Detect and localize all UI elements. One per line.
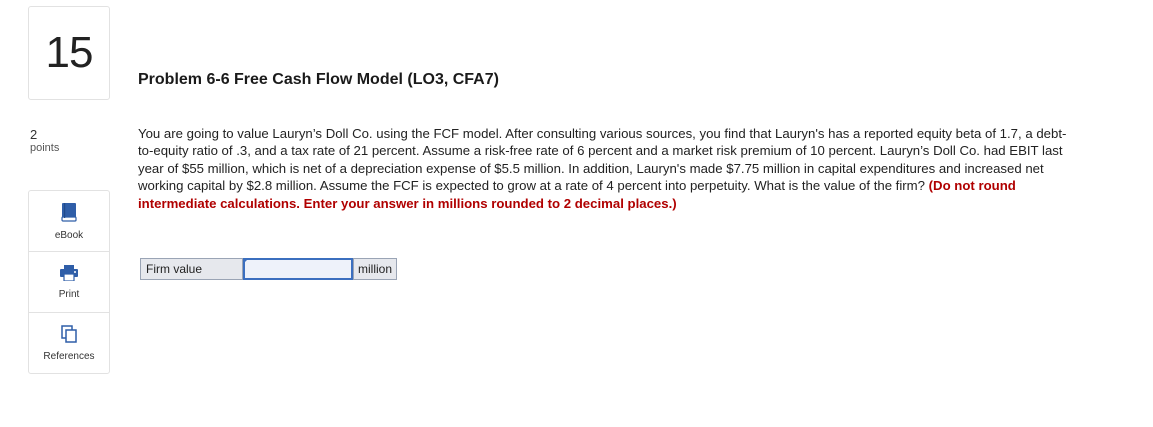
points-label: points xyxy=(30,142,60,154)
ebook-button[interactable]: eBook xyxy=(29,191,109,252)
documents-icon xyxy=(61,324,77,346)
book-icon xyxy=(61,202,77,225)
question-page: 15 2 points eBook Print References Probl… xyxy=(0,0,1153,427)
ebook-label: eBook xyxy=(54,229,84,241)
field-corner-marker xyxy=(243,258,249,264)
answer-row: Firm value million xyxy=(140,258,398,280)
points-value: 2 xyxy=(30,127,38,142)
printer-icon xyxy=(59,264,79,284)
answer-field-wrap xyxy=(243,258,353,280)
question-number: 15 xyxy=(28,6,110,100)
references-label: References xyxy=(43,350,95,362)
tools-panel: eBook Print References xyxy=(28,190,110,374)
problem-title: Problem 6-6 Free Cash Flow Model (LO3, C… xyxy=(138,71,499,88)
problem-text: You are going to value Lauryn’s Doll Co.… xyxy=(138,125,1078,212)
answer-label: Firm value xyxy=(140,258,243,280)
firm-value-input[interactable] xyxy=(243,258,353,280)
problem-body: You are going to value Lauryn’s Doll Co.… xyxy=(138,126,1067,194)
print-label: Print xyxy=(58,288,80,300)
points-info: 2 points xyxy=(30,128,59,155)
print-button[interactable]: Print xyxy=(29,252,109,313)
answer-unit: million xyxy=(353,258,398,280)
references-button[interactable]: References xyxy=(29,313,109,373)
